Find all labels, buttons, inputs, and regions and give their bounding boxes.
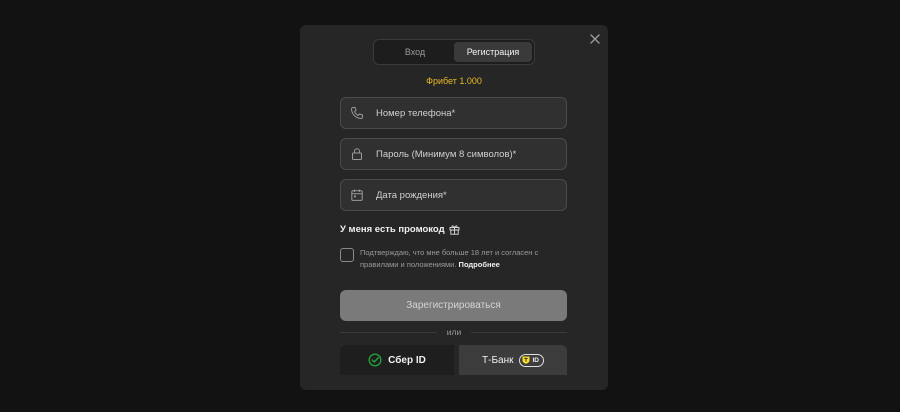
- phone-input[interactable]: [376, 107, 566, 119]
- consent-checkbox[interactable]: [340, 248, 354, 262]
- birthdate-input[interactable]: [376, 189, 566, 201]
- close-icon: [590, 34, 600, 44]
- divider-or: или: [437, 327, 471, 337]
- phone-icon: [350, 106, 364, 120]
- birthdate-field[interactable]: [340, 179, 567, 211]
- tbank-id-badge: ID: [519, 353, 544, 367]
- auth-tabs: Вход Регистрация: [373, 39, 535, 65]
- consent-text: Подтверждаю, что мне больше 18 лет и сог…: [360, 247, 570, 271]
- tbank-label: Т-Банк: [482, 354, 514, 366]
- promo-code-toggle[interactable]: У меня есть промокод: [340, 222, 460, 236]
- tbank-id-text: ID: [532, 356, 539, 364]
- register-button[interactable]: Зарегистрироваться: [340, 290, 567, 321]
- tab-login[interactable]: Вход: [376, 42, 454, 62]
- consent-row: Подтверждаю, что мне больше 18 лет и сог…: [340, 247, 570, 271]
- promo-code-label: У меня есть промокод: [340, 223, 445, 235]
- tab-register[interactable]: Регистрация: [454, 42, 532, 62]
- registration-modal: Вход Регистрация Фрибет 1.000 Номер теле…: [300, 25, 608, 390]
- sber-id-label: Сбер ID: [388, 354, 426, 366]
- close-button[interactable]: [587, 31, 603, 47]
- tbank-shield-icon: [522, 356, 530, 364]
- gift-icon: [449, 224, 460, 235]
- sber-id-button[interactable]: Сбер ID: [340, 345, 454, 375]
- freebet-label: Фрибет 1.000: [426, 76, 482, 86]
- tbank-id-button[interactable]: Т-Банк ID: [459, 345, 567, 375]
- password-input[interactable]: [376, 148, 566, 160]
- lock-icon: [350, 147, 364, 161]
- sber-logo-icon: [368, 353, 382, 367]
- consent-more-link[interactable]: Подробнее: [459, 260, 500, 269]
- password-field[interactable]: [340, 138, 567, 170]
- phone-field[interactable]: [340, 97, 567, 129]
- consent-label: Подтверждаю, что мне больше 18 лет и сог…: [360, 248, 539, 269]
- calendar-icon: [350, 188, 364, 202]
